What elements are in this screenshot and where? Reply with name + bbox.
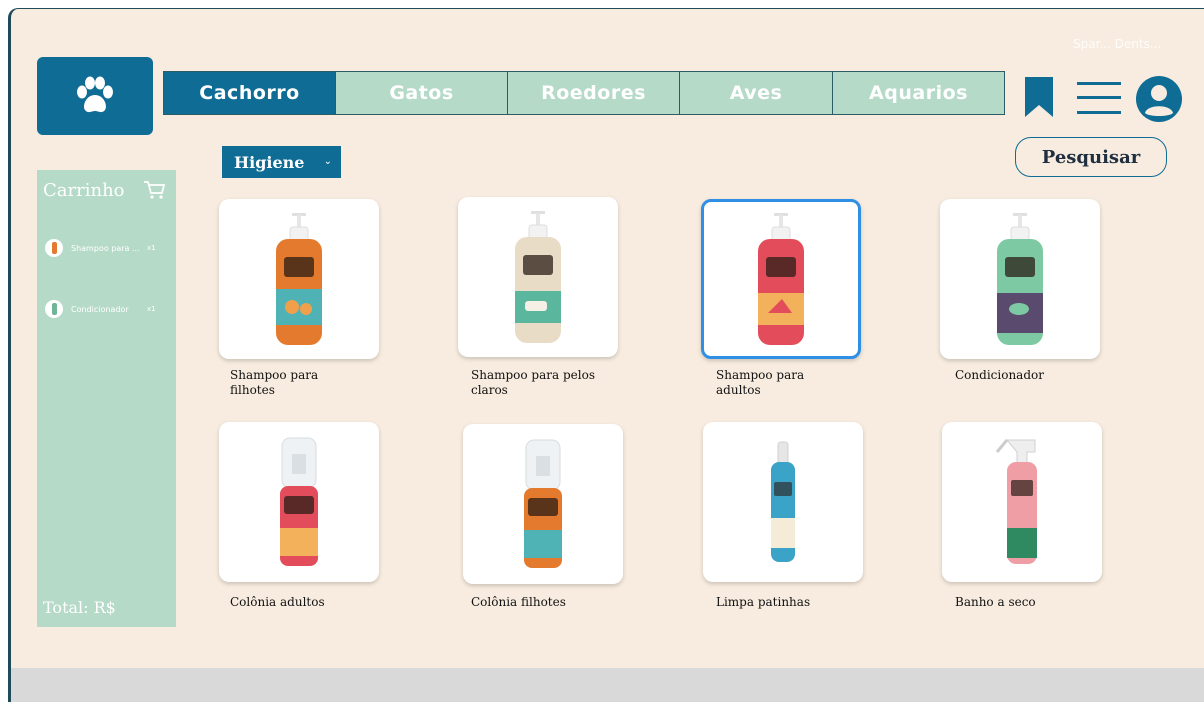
product-card[interactable]	[219, 422, 379, 582]
cologne-bottle-orange-image	[524, 439, 562, 568]
shampoo-bottle-cream-image	[515, 211, 561, 343]
product-name[interactable]: Condicionador	[955, 368, 1085, 383]
category-selected: Higiene	[234, 152, 305, 172]
product-card[interactable]	[703, 422, 863, 582]
spray-bottle-blue-image	[771, 441, 795, 562]
tab-gatos[interactable]: Gatos	[336, 72, 508, 114]
cart-item-name: Shampoo para ...	[71, 243, 140, 253]
cart-item[interactable]: Shampoo para ... x1	[45, 239, 156, 257]
cart-item-thumbnail	[45, 300, 63, 318]
cart-item-qty: x1	[147, 244, 156, 252]
bookmark-icon[interactable]	[1023, 77, 1055, 117]
cart-item[interactable]: Condicionador x1	[45, 300, 156, 318]
menu-icon[interactable]	[1077, 80, 1121, 116]
search-button[interactable]: Pesquisar	[1015, 137, 1167, 177]
tab-cachorro[interactable]: Cachorro	[164, 72, 336, 114]
product-name[interactable]: Shampoo para adultos	[716, 368, 846, 398]
spray-bottle-pink-image	[995, 439, 1037, 564]
category-dropdown[interactable]: Higiene ⌄	[222, 146, 341, 178]
product-name[interactable]: Colônia adultos	[230, 595, 360, 610]
product-card[interactable]	[463, 424, 623, 584]
product-name[interactable]: Colônia filhotes	[471, 595, 601, 610]
paw-icon	[77, 76, 113, 113]
product-name[interactable]: Banho a seco	[955, 595, 1085, 610]
bottom-bar	[11, 668, 1204, 702]
category-nav: Cachorro Gatos Roedores Aves Aquarios	[163, 71, 1005, 115]
cart-item-name: Condicionador	[71, 304, 129, 314]
cart-total: Total: R$	[43, 598, 116, 617]
user-icon[interactable]	[1135, 75, 1183, 123]
product-name[interactable]: Limpa patinhas	[716, 595, 846, 610]
cart-item-thumbnail	[45, 239, 63, 257]
faint-header-text: Spar... Dents...	[1073, 37, 1162, 51]
chevron-down-icon: ⌄	[323, 156, 332, 167]
product-card-selected[interactable]	[701, 199, 861, 359]
cologne-bottle-red-image	[280, 437, 318, 566]
product-card[interactable]	[458, 197, 618, 357]
product-name[interactable]: Shampoo para pelos claros	[471, 368, 601, 398]
tab-roedores[interactable]: Roedores	[508, 72, 680, 114]
cart-title: Carrinho	[43, 180, 125, 201]
tab-aves[interactable]: Aves	[680, 72, 833, 114]
product-card[interactable]	[942, 422, 1102, 582]
app-frame: Spar... Dents... Cachorro Gatos Roedores…	[8, 8, 1204, 702]
logo-button[interactable]	[37, 57, 153, 135]
conditioner-bottle-green-image	[997, 213, 1043, 345]
product-card[interactable]	[940, 199, 1100, 359]
product-card[interactable]	[219, 199, 379, 359]
shampoo-bottle-red-image	[758, 213, 804, 345]
shampoo-bottle-orange-image	[276, 213, 322, 345]
tab-aquarios[interactable]: Aquarios	[833, 72, 1004, 114]
cart-icon[interactable]	[143, 180, 165, 200]
cart-item-qty: x1	[147, 305, 156, 313]
product-name[interactable]: Shampoo para filhotes	[230, 368, 360, 398]
cart-sidebar: Carrinho Shampoo para ... x1 Condicionad…	[37, 170, 176, 627]
